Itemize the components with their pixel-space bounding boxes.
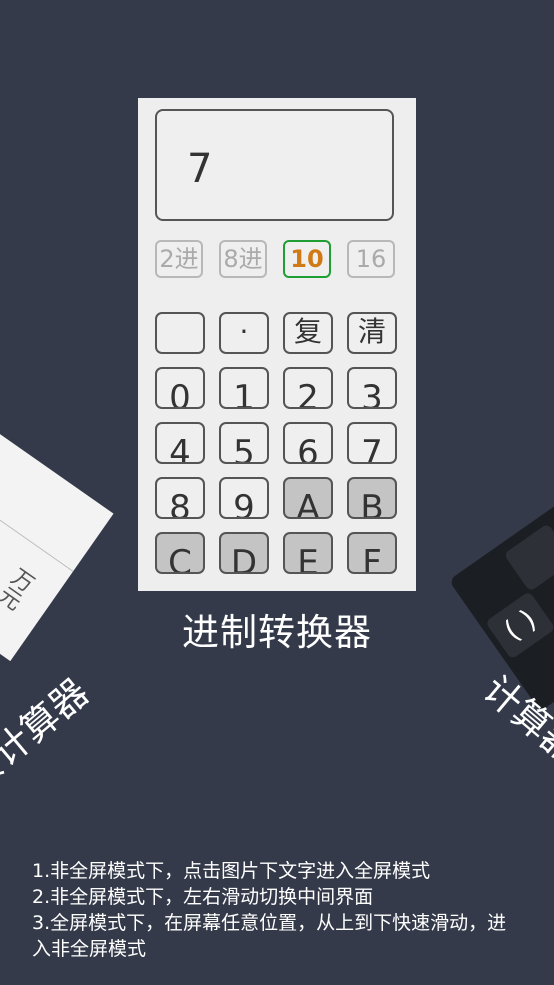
display-value: 7	[187, 146, 213, 192]
digit-key-f[interactable]: F	[347, 532, 397, 574]
instruction-line: 1.非全屏模式下，点击图片下文字进入全屏模式	[32, 860, 431, 882]
digit-key-d[interactable]: D	[219, 532, 269, 574]
digit-key-b[interactable]: B	[347, 477, 397, 519]
digit-key-0[interactable]: 0	[155, 367, 205, 409]
function-key-2[interactable]: 复	[283, 312, 333, 354]
display-screen: 7	[155, 109, 394, 221]
digit-key-8[interactable]: 8	[155, 477, 205, 519]
digit-key-2[interactable]: 2	[283, 367, 333, 409]
instructions: 1.非全屏模式下，点击图片下文字进入全屏模式 2.非全屏模式下，左右滑动切换中间…	[32, 858, 512, 962]
digit-key-3[interactable]: 3	[347, 367, 397, 409]
converter-title[interactable]: 进制转换器	[0, 602, 554, 656]
base-button-1[interactable]: 8进	[219, 240, 267, 278]
digit-key-e[interactable]: E	[283, 532, 333, 574]
function-key-0[interactable]	[155, 312, 205, 354]
base-converter-card[interactable]: 7 2进 8进 10 16 · 复清 0 1 2 3 4 5 6 7 8 9 A B C D E F	[138, 98, 416, 591]
function-key-3[interactable]: 清	[347, 312, 397, 354]
instruction-line: 3.全屏模式下，在屏幕任意位置，从上到下快速滑动，进入非全屏模式	[32, 912, 507, 960]
base-button-0[interactable]: 2进	[155, 240, 203, 278]
divider	[0, 456, 74, 572]
loan-calculator-label[interactable]: 贷计算器	[0, 664, 98, 800]
digit-key-4[interactable]: 4	[155, 422, 205, 464]
digit-key-7[interactable]: 7	[347, 422, 397, 464]
digit-key-5[interactable]: 5	[219, 422, 269, 464]
digit-key-1[interactable]: 1	[219, 367, 269, 409]
digit-key-c[interactable]: C	[155, 532, 205, 574]
digit-key-a[interactable]: A	[283, 477, 333, 519]
instruction-line: 2.非全屏模式下，左右滑动切换中间界面	[32, 886, 374, 908]
preview-key	[503, 523, 554, 592]
function-key-1[interactable]: ·	[219, 312, 269, 354]
base-button-3[interactable]: 16	[347, 240, 395, 278]
digit-key-9[interactable]: 9	[219, 477, 269, 519]
digit-key-6[interactable]: 6	[283, 422, 333, 464]
base-button-2[interactable]: 10	[283, 240, 331, 278]
